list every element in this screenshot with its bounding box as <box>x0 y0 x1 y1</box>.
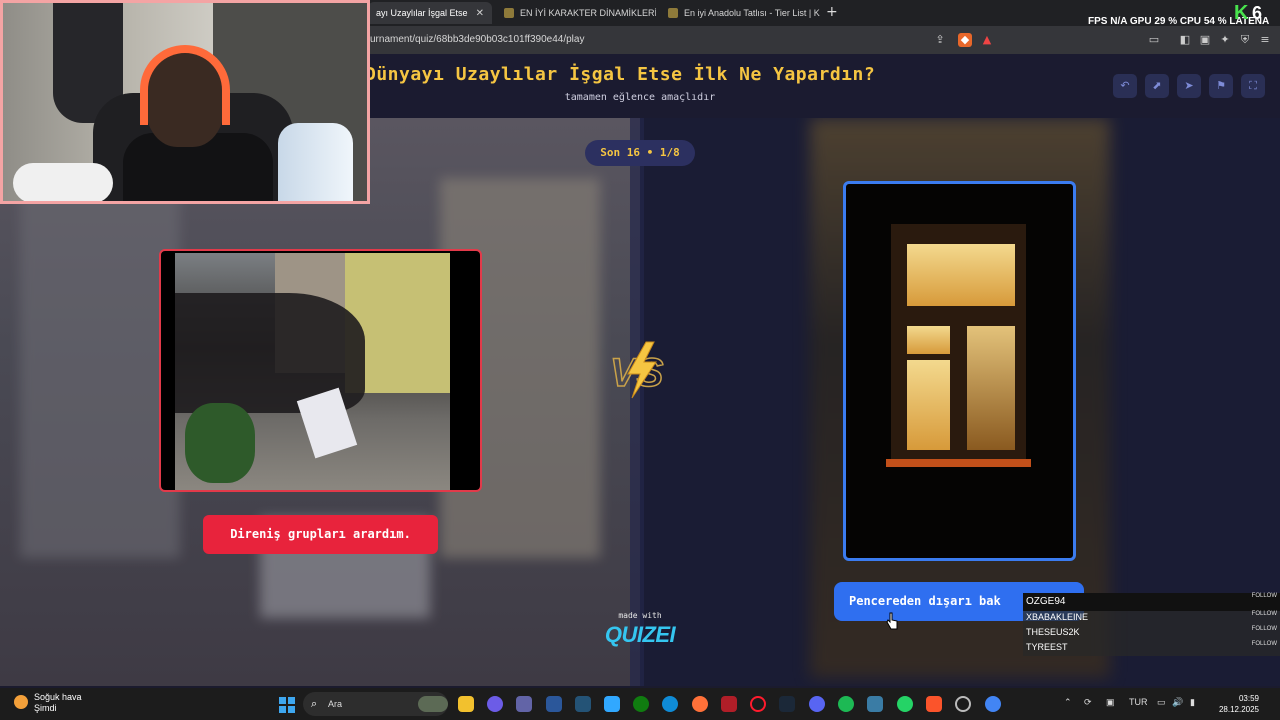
follower-name: TYREEST <box>1026 642 1068 652</box>
follow-label: FOLLOW <box>1251 593 1277 599</box>
close-icon[interactable]: ✕ <box>476 8 484 19</box>
screen: ayı Uzaylılar İşgal Etse İlk N ✕ EN İYİ … <box>0 0 1280 720</box>
follower-name: THESEUS2K <box>1026 627 1080 637</box>
tray-app-icon[interactable]: ▣ <box>1106 697 1115 708</box>
follower-row: TYREEST FOLLOW <box>1023 641 1280 656</box>
leo-icon[interactable]: ✦ <box>1218 33 1232 47</box>
clock-time: 03:59 <box>1238 694 1259 703</box>
search-placeholder: Ara <box>328 699 343 709</box>
opera-icon[interactable] <box>750 696 766 712</box>
undo-icon[interactable]: ↶ <box>1113 74 1137 98</box>
tray-chevron-icon[interactable]: ⌃ <box>1064 697 1072 708</box>
app-red-icon[interactable] <box>721 696 737 712</box>
obs-icon[interactable] <box>955 696 971 712</box>
wallet-icon[interactable]: ▣ <box>1198 33 1212 47</box>
app-blue-icon[interactable] <box>867 696 883 712</box>
chrome-icon[interactable] <box>985 696 1001 712</box>
tab-favicon-icon <box>504 8 514 18</box>
new-tab-button[interactable]: + <box>826 4 838 20</box>
lightroom-icon[interactable] <box>575 696 591 712</box>
center-divider <box>630 118 644 686</box>
tab-quiz[interactable]: ayı Uzaylılar İşgal Etse İlk N ✕ <box>368 2 492 24</box>
taskbar: Soğuk hava Şimdi ⌕ Ara ⌃ ⟳ ▣ TUR ▭ 🔊 ▮ 0… <box>0 688 1280 720</box>
tray-sync-icon[interactable]: ⟳ <box>1084 697 1092 708</box>
tab-karakter-label: EN İYİ KARAKTER DİNAMİKLERİ/İKİLİ <box>520 8 656 18</box>
quizei-logo[interactable]: QUIZEI <box>598 622 682 648</box>
system-clock[interactable]: 03:59 28.12.2025 <box>1211 693 1259 715</box>
follower-alerts: OZGE94 FOLLOW XBABAKLEINE FOLLOW THESEUS… <box>1023 593 1280 656</box>
copilot-icon[interactable] <box>487 696 503 712</box>
follower-row: XBABAKLEINE FOLLOW <box>1023 611 1280 626</box>
follow-label: FOLLOW <box>1251 641 1277 647</box>
option-left-image[interactable] <box>159 249 482 492</box>
weather-icon <box>14 695 28 709</box>
menu-icon[interactable]: ≡ <box>1258 33 1272 47</box>
protest-photo <box>175 253 450 490</box>
water-bottle <box>278 123 353 201</box>
url-text[interactable]: urnament/quiz/68bb3de90b03c101ff390e44/p… <box>370 34 584 45</box>
xbox-icon[interactable] <box>633 696 649 712</box>
battery-icon[interactable]: ▮ <box>1190 697 1195 708</box>
photoshop-icon[interactable] <box>604 696 620 712</box>
tab-tatli-label: En iyi Anadolu Tatlısı - Tier List | Kör… <box>684 8 820 18</box>
brave-icon[interactable] <box>926 696 942 712</box>
kick-number: 6 <box>1252 3 1263 23</box>
tab-quiz-label: ayı Uzaylılar İşgal Etse İlk N <box>376 8 470 18</box>
weather-sub: Şimdi <box>34 703 57 713</box>
kick-logo-icon: K <box>1234 2 1249 24</box>
tab-tatli[interactable]: En iyi Anadolu Tatlısı - Tier List | Kör… <box>660 2 820 24</box>
weather-title: Soğuk hava <box>34 692 82 702</box>
tab-karakter[interactable]: EN İYİ KARAKTER DİNAMİKLERİ/İKİLİ <box>496 2 656 24</box>
follower-row: THESEUS2K FOLLOW <box>1023 626 1280 641</box>
file-explorer-icon[interactable] <box>458 696 474 712</box>
teams-icon[interactable] <box>516 696 532 712</box>
brave-shield-icon[interactable]: ◆ <box>958 33 972 47</box>
spotify-icon[interactable] <box>838 696 854 712</box>
start-icon[interactable] <box>279 697 295 713</box>
share-icon[interactable]: ⬈ <box>1145 74 1169 98</box>
option-right-image[interactable] <box>843 181 1076 561</box>
sidebar-icon[interactable]: ◧ <box>1178 33 1192 47</box>
steam-icon[interactable] <box>779 696 795 712</box>
firefox-icon[interactable] <box>692 696 708 712</box>
discord-icon[interactable] <box>809 696 825 712</box>
search-icon: ⌕ <box>311 698 318 710</box>
media-app-icon[interactable] <box>546 696 562 712</box>
headphones-icon <box>140 45 230 125</box>
flag-icon[interactable]: ⚑ <box>1209 74 1233 98</box>
fullscreen-icon[interactable]: ⛶ <box>1241 74 1265 98</box>
weather-widget[interactable]: Soğuk hava Şimdi <box>14 692 82 714</box>
send-icon[interactable]: ➤ <box>1177 74 1201 98</box>
monitor-icon[interactable]: ▭ <box>1157 697 1166 708</box>
brave-rewards-icon[interactable]: ▲ <box>980 33 994 47</box>
vs-lightning-icon: VS <box>609 341 664 399</box>
hand-cursor-icon <box>886 612 898 630</box>
follower-row: OZGE94 FOLLOW <box>1023 593 1280 611</box>
webcam-overlay <box>0 0 370 204</box>
edge-icon[interactable] <box>662 696 678 712</box>
quiz-title: Dünyayı Uzaylılar İşgal Etse İlk Ne Yapa… <box>365 64 876 85</box>
share-page-icon[interactable]: ⇪ <box>933 33 947 47</box>
reader-icon[interactable]: ▭ <box>1147 33 1161 47</box>
volume-icon[interactable]: 🔊 <box>1172 697 1183 708</box>
tab-favicon-icon <box>668 8 678 18</box>
language-indicator[interactable]: TUR <box>1129 697 1148 707</box>
follow-label: FOLLOW <box>1251 626 1277 632</box>
whatsapp-icon[interactable] <box>897 696 913 712</box>
follower-name: OZGE94 <box>1026 596 1066 607</box>
follower-name: XBABAKLEINE <box>1026 612 1089 622</box>
vpn-icon[interactable]: ⛨ <box>1238 33 1252 47</box>
round-indicator: Son 16 • 1/8 <box>585 140 695 166</box>
clock-date: 28.12.2025 <box>1218 705 1259 714</box>
follow-label: FOLLOW <box>1251 611 1277 617</box>
widget-image-icon[interactable] <box>418 696 448 712</box>
made-with-label: made with <box>618 611 662 620</box>
option-left-button[interactable]: Direniş grupları arardım. <box>203 515 438 554</box>
